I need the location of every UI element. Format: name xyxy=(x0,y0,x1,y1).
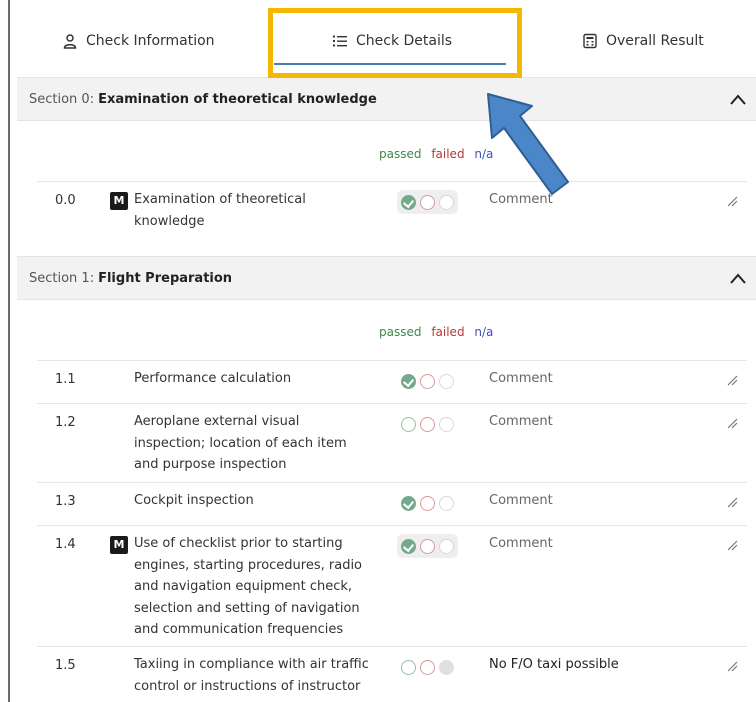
passed-radio[interactable] xyxy=(401,659,416,675)
item-number: 0.0 xyxy=(55,193,76,208)
section-header-0[interactable]: Section 0: Examination of theoretical kn… xyxy=(17,77,756,121)
table-row: 1.3 Cockpit inspection Comment xyxy=(37,482,747,526)
passed-radio[interactable] xyxy=(401,495,416,511)
resize-handle-icon[interactable] xyxy=(725,659,739,673)
item-description: Use of checklist prior to starting engin… xyxy=(134,536,363,637)
table-row: 1.5 Taxiing in compliance with air traff… xyxy=(37,646,747,702)
comment-field[interactable]: Comment xyxy=(489,533,553,555)
result-radio-group xyxy=(397,369,458,393)
tab-check-information[interactable]: Check Information xyxy=(62,28,215,54)
passed-radio[interactable] xyxy=(401,373,416,389)
calculator-icon xyxy=(583,33,597,49)
result-legend: passed failed n/a xyxy=(379,325,493,339)
pointer-arrow-annotation xyxy=(487,93,569,195)
na-radio[interactable] xyxy=(439,373,454,389)
comment-field[interactable]: Comment xyxy=(489,368,553,390)
table-row: 1.2 Aeroplane external visual inspection… xyxy=(37,403,747,483)
resize-handle-icon[interactable] xyxy=(725,495,739,509)
failed-radio[interactable] xyxy=(420,373,435,389)
chevron-up-icon[interactable] xyxy=(728,269,748,289)
failed-radio[interactable] xyxy=(420,416,435,432)
table-row: 0.0 M Examination of theoretical knowled… xyxy=(37,181,747,257)
item-description: Performance calculation xyxy=(134,371,292,386)
item-number: 1.4 xyxy=(55,537,76,552)
table-row: 1.4 M Use of checklist prior to starting… xyxy=(37,525,747,647)
highlight-annotation xyxy=(268,8,522,78)
legend-na: n/a xyxy=(474,325,494,339)
result-radio-group xyxy=(397,190,458,214)
item-description: Taxiing in compliance with air traffic c… xyxy=(134,657,369,694)
mandatory-badge: M xyxy=(110,536,128,554)
tab-overall-result[interactable]: Overall Result xyxy=(582,28,704,54)
result-radio-group xyxy=(397,491,458,515)
user-icon xyxy=(63,34,77,49)
item-number: 1.2 xyxy=(55,415,76,430)
result-radio-group xyxy=(397,655,458,679)
tab-label: Check Information xyxy=(86,33,215,49)
failed-radio[interactable] xyxy=(420,194,435,210)
item-number: 1.1 xyxy=(55,372,76,387)
resize-handle-icon[interactable] xyxy=(725,416,739,430)
section-prefix: Section 1: xyxy=(29,270,95,286)
item-description: Aeroplane external visual inspection; lo… xyxy=(134,414,347,472)
legend-passed: passed xyxy=(379,147,422,161)
tab-label: Overall Result xyxy=(606,33,704,49)
section-title: Examination of theoretical knowledge xyxy=(98,91,377,107)
na-radio[interactable] xyxy=(439,538,454,554)
passed-radio[interactable] xyxy=(401,538,416,554)
comment-field[interactable]: Comment xyxy=(489,411,553,433)
resize-handle-icon[interactable] xyxy=(725,373,739,387)
passed-radio[interactable] xyxy=(401,194,416,210)
passed-radio[interactable] xyxy=(401,416,416,432)
failed-radio[interactable] xyxy=(420,495,435,511)
resize-handle-icon[interactable] xyxy=(725,194,739,208)
result-radio-group xyxy=(397,534,458,558)
item-description: Examination of theoretical knowledge xyxy=(134,192,306,229)
section-prefix: Section 0: xyxy=(29,91,95,107)
chevron-up-icon[interactable] xyxy=(728,90,748,110)
legend-passed: passed xyxy=(379,325,422,339)
item-number: 1.5 xyxy=(55,658,76,673)
resize-handle-icon[interactable] xyxy=(725,538,739,552)
failed-radio[interactable] xyxy=(420,538,435,554)
na-radio[interactable] xyxy=(439,416,454,432)
comment-field[interactable]: No F/O taxi possible xyxy=(489,654,619,676)
na-radio[interactable] xyxy=(439,495,454,511)
legend-failed: failed xyxy=(431,325,465,339)
table-row: 1.1 Performance calculation Comment xyxy=(37,360,747,404)
legend-failed: failed xyxy=(431,147,465,161)
section-header-1[interactable]: Section 1: Flight Preparation xyxy=(17,256,756,300)
section-title: Flight Preparation xyxy=(98,270,233,286)
result-legend: passed failed n/a xyxy=(379,147,493,161)
item-description: Cockpit inspection xyxy=(134,493,254,508)
check-details-panel: Section 0: Examination of theoretical kn… xyxy=(17,77,756,702)
item-number: 1.3 xyxy=(55,494,76,509)
comment-field[interactable]: Comment xyxy=(489,490,553,512)
mandatory-badge: M xyxy=(110,192,128,210)
na-radio[interactable] xyxy=(439,194,454,210)
app-frame: Check Information Check Details Overall … xyxy=(8,0,756,702)
na-radio[interactable] xyxy=(439,659,454,675)
result-radio-group xyxy=(397,412,458,436)
failed-radio[interactable] xyxy=(420,659,435,675)
